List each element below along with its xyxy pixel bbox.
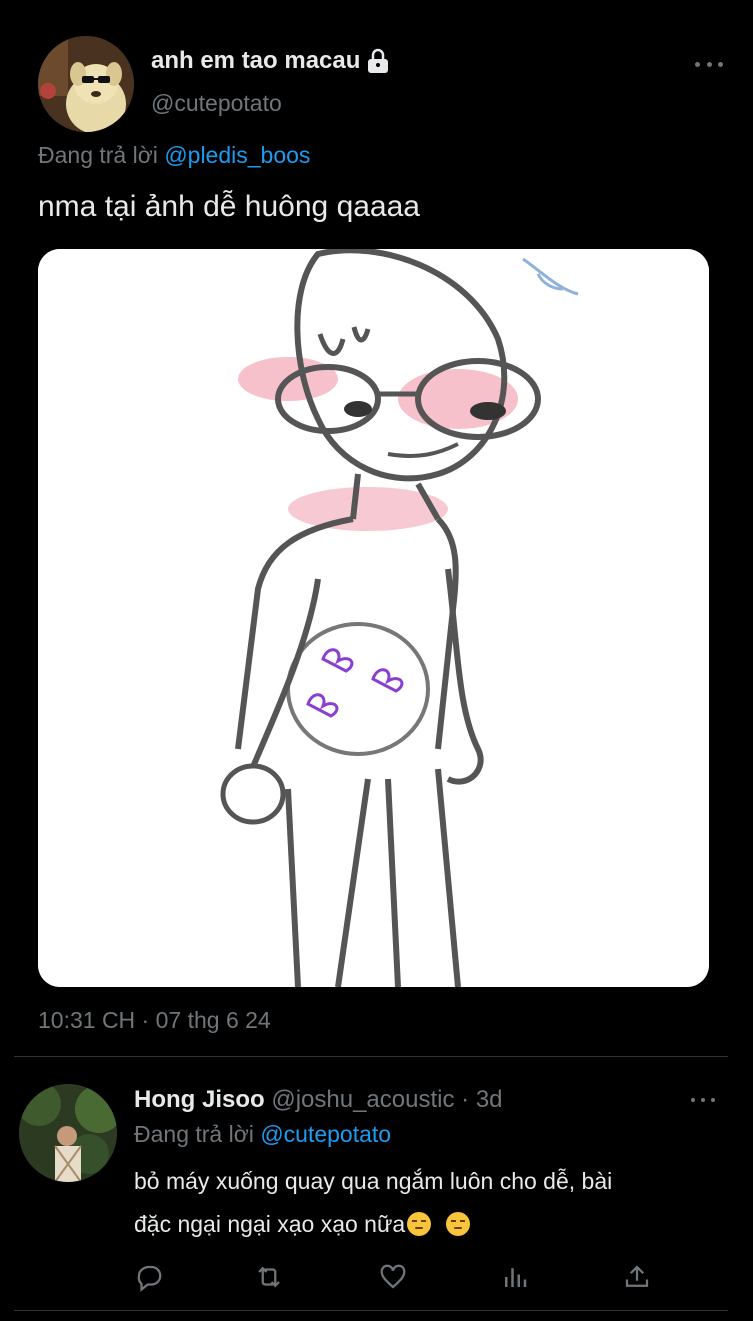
unamused-emoji-icon [445, 1212, 470, 1236]
user-handle[interactable]: @cutepotato [151, 90, 282, 117]
avatar-person-image [19, 1084, 117, 1182]
reply-text-line-2: đặc ngại ngại xạo xạo nữa [134, 1203, 724, 1246]
share-icon[interactable] [622, 1262, 654, 1294]
tweet-text: nma tại ảnh dễ huông qaaaa [38, 190, 420, 223]
more-icon[interactable] [695, 56, 723, 72]
reply-header: Hong Jisoo @joshu_acoustic · 3d [134, 1086, 503, 1114]
views-icon[interactable] [500, 1262, 532, 1294]
like-icon[interactable] [378, 1262, 410, 1294]
reply-replying-to: Đang trả lời @cutepotato [134, 1121, 391, 1148]
reply-avatar[interactable] [19, 1084, 117, 1182]
reply-replying-prefix: Đang trả lời [134, 1121, 254, 1147]
reply-mention-link[interactable]: @cutepotato [260, 1121, 391, 1147]
reply-actions [134, 1262, 654, 1294]
avatar[interactable] [38, 36, 134, 132]
reply-more-icon[interactable] [691, 1093, 715, 1107]
lock-icon [366, 48, 390, 74]
reply-text-line-1: bỏ máy xuống quay qua ngắm luôn cho dễ, … [134, 1168, 613, 1194]
reply-display-name[interactable]: Hong Jisoo [134, 1086, 265, 1113]
avatar-dog-image [38, 36, 134, 132]
tweet-thread: anh em tao macau @cutepotato Đang trả lờ… [0, 0, 753, 1321]
retweet-icon[interactable] [254, 1262, 286, 1294]
tweet-timestamp[interactable]: 10:31 CH · 07 thg 6 24 [38, 1007, 271, 1034]
divider [14, 1056, 728, 1057]
separator-dot: · [461, 1086, 470, 1113]
unamused-emoji-icon [407, 1212, 432, 1236]
display-name[interactable]: anh em tao macau [151, 47, 390, 75]
reply-text-line-2-text: đặc ngại ngại xạo xạo nữa [134, 1211, 406, 1237]
reply-handle[interactable]: @joshu_acoustic [271, 1086, 454, 1113]
reply-icon[interactable] [134, 1262, 166, 1294]
display-name-text: anh em tao macau [151, 47, 361, 74]
divider [14, 1310, 728, 1311]
replying-to: Đang trả lời @pledis_boos [38, 142, 310, 169]
stick-figure-drawing [38, 249, 709, 987]
replying-prefix: Đang trả lời [38, 142, 158, 168]
tweet-image[interactable] [38, 249, 709, 987]
reply-text: bỏ máy xuống quay qua ngắm luôn cho dễ, … [134, 1160, 724, 1246]
reply-time[interactable]: 3d [476, 1086, 503, 1113]
mention-link[interactable]: @pledis_boos [164, 142, 310, 168]
